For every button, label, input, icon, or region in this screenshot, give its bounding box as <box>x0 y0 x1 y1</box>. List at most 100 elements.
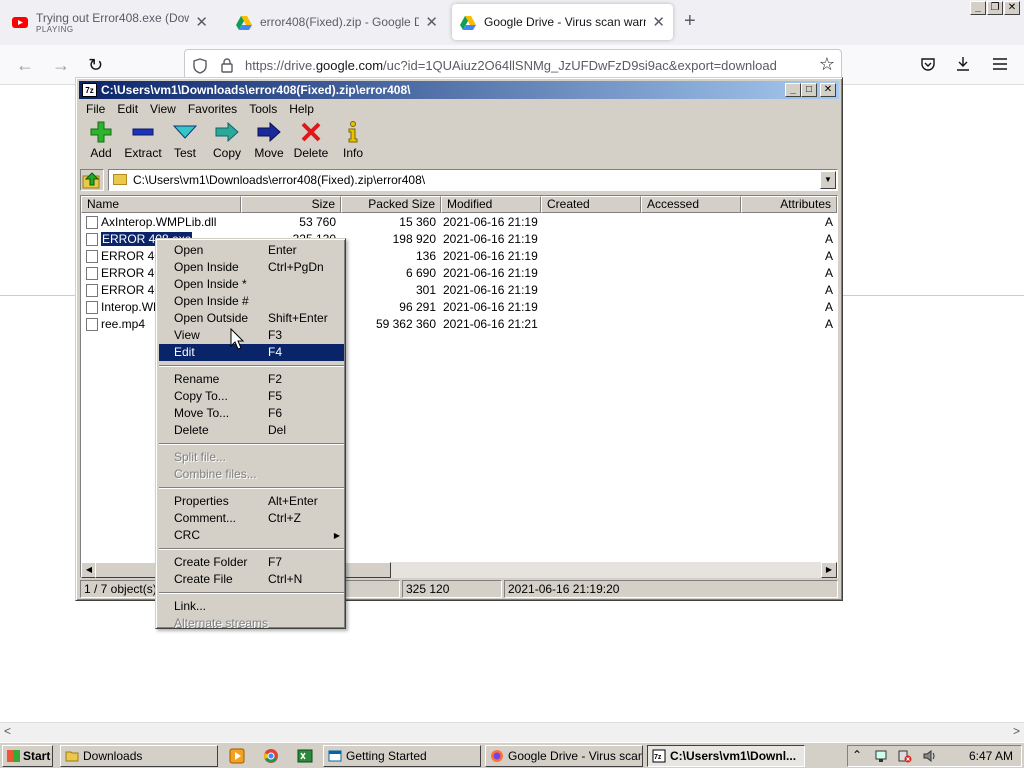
cell-packed-size: 198 920 <box>392 232 436 246</box>
reload-icon[interactable]: ↻ <box>88 55 103 76</box>
menu-item-label: Combine files... <box>174 467 257 481</box>
column-size[interactable]: Size <box>241 196 341 213</box>
column-attributes[interactable]: Attributes <box>741 196 837 213</box>
menu-edit[interactable]: Edit <box>111 100 144 118</box>
close-button[interactable]: ✕ <box>820 83 836 97</box>
menu-item-copy-to[interactable]: Copy To... F5 <box>159 388 344 405</box>
column-packed-size[interactable]: Packed Size <box>341 196 441 213</box>
taskbar-item-downloads[interactable]: Downloads <box>60 745 218 767</box>
spreadsheet-icon[interactable] <box>297 748 313 764</box>
tab-title: error408(Fixed).zip - Google Drive <box>260 15 420 29</box>
menu-item-link[interactable]: Link... <box>159 598 344 615</box>
context-menu: Open Enter Open Inside Ctrl+PgDn Open Inside… <box>155 238 346 630</box>
maximize-button[interactable]: □ <box>801 83 817 97</box>
menu-item-crc[interactable]: CRC ▶ <box>159 527 344 544</box>
volume-icon[interactable] <box>922 749 936 763</box>
menu-item-rename[interactable]: Rename F2 <box>159 371 344 388</box>
menu-item-create-folder[interactable]: Create Folder F7 <box>159 554 344 571</box>
taskbar-item-7zip[interactable]: 7z C:\Users\vm1\Downl... <box>647 745 805 767</box>
copy-button[interactable]: Copy <box>206 120 248 164</box>
page-horizontal-scrollbar[interactable]: < > <box>0 722 1024 742</box>
close-window-button[interactable]: ✕ <box>1004 1 1020 15</box>
delete-icon <box>301 122 321 142</box>
column-name[interactable]: Name <box>81 196 241 213</box>
test-label: Test <box>173 146 196 160</box>
menu-item-delete[interactable]: Delete Del <box>159 422 344 439</box>
menu-tools[interactable]: Tools <box>243 100 283 118</box>
extract-button[interactable]: Extract <box>122 120 164 164</box>
up-folder-button[interactable] <box>80 169 104 191</box>
task-label: C:\Users\vm1\Downl... <box>670 749 797 763</box>
menu-item-open[interactable]: Open Enter <box>159 242 344 259</box>
window-title: C:\Users\vm1\Downloads\error408(Fixed).z… <box>101 83 411 97</box>
lock-icon[interactable] <box>221 58 233 73</box>
hamburger-menu-icon[interactable] <box>992 57 1008 71</box>
browser-tab-youtube[interactable]: Trying out Error408.exe (Download PLAYIN… <box>4 4 216 40</box>
menu-favorites[interactable]: Favorites <box>182 100 243 118</box>
network-icon[interactable] <box>874 749 888 763</box>
menu-item-view[interactable]: View F3 <box>159 327 344 344</box>
security-alert-icon[interactable] <box>898 749 912 763</box>
close-tab-icon[interactable]: ✕ <box>646 13 665 31</box>
menu-item-properties[interactable]: Properties Alt+Enter <box>159 493 344 510</box>
minimize-window-button[interactable]: _ <box>970 1 986 15</box>
chrome-icon[interactable] <box>263 748 279 764</box>
7zip-app-icon: 7z <box>82 83 97 97</box>
menu-separator <box>159 443 344 445</box>
menu-item-open-inside[interactable]: Open Inside # <box>159 293 344 310</box>
close-tab-icon[interactable]: ✕ <box>419 13 438 31</box>
file-row[interactable]: AxInterop.WMPLib.dll 53 760 15 360 2021-06-… <box>81 214 837 231</box>
menu-item-open-inside[interactable]: Open Inside Ctrl+PgDn <box>159 259 344 276</box>
minimize-button[interactable]: _ <box>785 83 801 97</box>
tray-expand-icon[interactable]: ⌃ <box>852 748 862 762</box>
restore-window-button[interactable]: ❐ <box>987 1 1003 15</box>
move-button[interactable]: Move <box>248 120 290 164</box>
menu-item-shortcut: F5 <box>268 389 283 403</box>
menu-item-label: Rename <box>174 372 220 386</box>
test-button[interactable]: Test <box>164 120 206 164</box>
menu-item-comment[interactable]: Comment... Ctrl+Z <box>159 510 344 527</box>
info-button[interactable]: Info <box>332 120 374 164</box>
pocket-icon[interactable] <box>920 56 936 72</box>
menu-item-open-inside[interactable]: Open Inside * <box>159 276 344 293</box>
menu-item-open-outside[interactable]: Open Outside Shift+Enter <box>159 310 344 327</box>
bookmark-star-icon[interactable]: ☆ <box>819 54 835 75</box>
window-title-bar[interactable]: 7z C:\Users\vm1\Downloads\error408(Fixed… <box>79 81 839 99</box>
cell-modified: 2021-06-16 21:19 <box>443 266 538 280</box>
cell-modified: 2021-06-16 21:21 <box>443 317 538 331</box>
menu-item-move-to[interactable]: Move To... F6 <box>159 405 344 422</box>
scroll-right-arrow-icon[interactable]: > <box>1013 724 1020 738</box>
forward-arrow-icon[interactable]: → <box>52 55 70 76</box>
menu-help[interactable]: Help <box>283 100 320 118</box>
extract-icon <box>132 128 154 136</box>
back-arrow-icon[interactable]: ← <box>16 55 34 76</box>
start-button[interactable]: Start <box>2 745 53 767</box>
delete-button[interactable]: Delete <box>290 120 332 164</box>
path-combo[interactable]: C:\Users\vm1\Downloads\error408(Fixed).z… <box>108 169 838 191</box>
add-button[interactable]: Add <box>80 120 122 164</box>
menu-view[interactable]: View <box>144 100 182 118</box>
clock[interactable]: 6:47 AM <box>969 746 1013 766</box>
downloads-icon[interactable] <box>955 56 971 72</box>
taskbar-item-getting-started[interactable]: Getting Started <box>323 745 481 767</box>
column-created[interactable]: Created <box>541 196 641 213</box>
menu-item-shortcut: Shift+Enter <box>268 311 328 325</box>
taskbar-item-firefox[interactable]: Google Drive - Virus scan... <box>485 745 643 767</box>
scroll-left-arrow-icon[interactable]: < <box>4 724 11 738</box>
add-label: Add <box>90 146 112 160</box>
chevron-down-icon[interactable]: ▼ <box>820 171 836 189</box>
browser-tab-drive-zip[interactable]: error408(Fixed).zip - Google Drive ✕ <box>228 4 446 40</box>
menu-item-edit[interactable]: Edit F4 <box>159 344 344 361</box>
scroll-right-arrow-icon[interactable]: ▶ <box>821 562 837 578</box>
menu-file[interactable]: File <box>80 100 111 118</box>
column-modified[interactable]: Modified <box>441 196 541 213</box>
shield-icon[interactable] <box>193 58 207 74</box>
new-tab-button[interactable]: + <box>684 10 696 33</box>
column-accessed[interactable]: Accessed <box>641 196 741 213</box>
menu-item-create-file[interactable]: Create File Ctrl+N <box>159 571 344 588</box>
close-tab-icon[interactable]: ✕ <box>189 13 208 31</box>
menu-item-shortcut: F2 <box>268 372 283 386</box>
browser-tab-virus-warning[interactable]: Google Drive - Virus scan warning ✕ <box>452 4 673 40</box>
media-player-icon[interactable] <box>229 748 245 764</box>
menu-item-shortcut: Ctrl+Z <box>268 511 301 525</box>
